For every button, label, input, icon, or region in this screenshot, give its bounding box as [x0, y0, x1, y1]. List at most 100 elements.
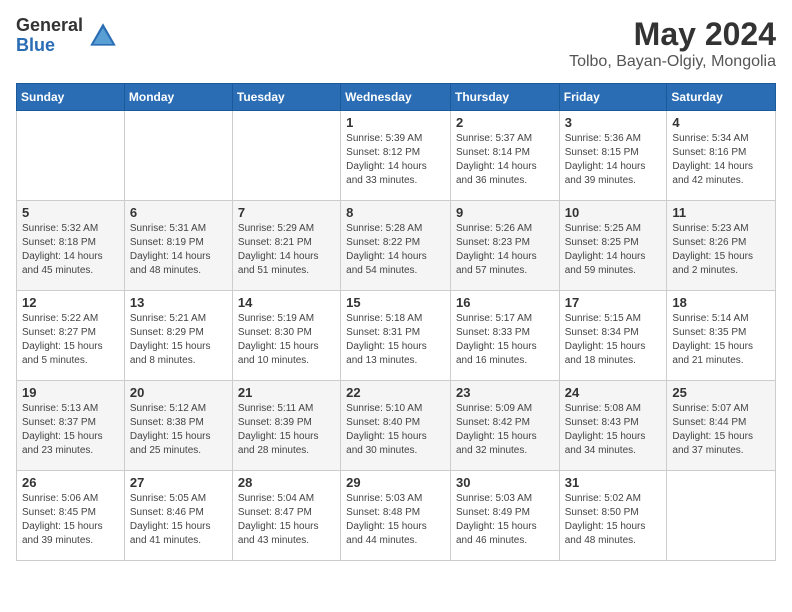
column-header-monday: Monday — [124, 84, 232, 111]
day-number: 22 — [346, 385, 445, 400]
day-info: Sunrise: 5:23 AM Sunset: 8:26 PM Dayligh… — [672, 222, 770, 278]
calendar-cell: 29 Sunrise: 5:03 AM Sunset: 8:48 PM Dayli… — [341, 471, 451, 561]
day-number: 27 — [130, 475, 227, 490]
location: Tolbo, Bayan-Olgiy, Mongolia — [569, 53, 776, 71]
day-info: Sunrise: 5:37 AM Sunset: 8:14 PM Dayligh… — [456, 132, 554, 188]
day-info: Sunrise: 5:08 AM Sunset: 8:43 PM Dayligh… — [565, 402, 662, 458]
day-info: Sunrise: 5:04 AM Sunset: 8:47 PM Dayligh… — [238, 492, 335, 548]
calendar-cell — [232, 111, 340, 201]
day-number: 9 — [456, 205, 554, 220]
day-number: 16 — [456, 295, 554, 310]
day-info: Sunrise: 5:39 AM Sunset: 8:12 PM Dayligh… — [346, 132, 445, 188]
day-info: Sunrise: 5:06 AM Sunset: 8:45 PM Dayligh… — [22, 492, 119, 548]
calendar-cell: 28 Sunrise: 5:04 AM Sunset: 8:47 PM Dayli… — [232, 471, 340, 561]
calendar-cell: 21Sunrise: 5:11 AM Sunset: 8:39 PM Dayli… — [232, 381, 340, 471]
day-info: Sunrise: 5:07 AM Sunset: 8:44 PM Dayligh… — [672, 402, 770, 458]
column-header-wednesday: Wednesday — [341, 84, 451, 111]
day-info: Sunrise: 5:11 AM Sunset: 8:39 PM Dayligh… — [238, 402, 335, 458]
calendar-table: SundayMondayTuesdayWednesdayThursdayFrid… — [16, 83, 776, 561]
day-number: 31 — [565, 475, 662, 490]
calendar-week-row: 19Sunrise: 5:13 AM Sunset: 8:37 PM Dayli… — [17, 381, 776, 471]
column-header-saturday: Saturday — [667, 84, 776, 111]
day-info: Sunrise: 5:19 AM Sunset: 8:30 PM Dayligh… — [238, 312, 335, 368]
day-number: 11 — [672, 205, 770, 220]
calendar-week-row: 1 Sunrise: 5:39 AM Sunset: 8:12 PM Daylig… — [17, 111, 776, 201]
calendar-cell: 25Sunrise: 5:07 AM Sunset: 8:44 PM Dayli… — [667, 381, 776, 471]
day-number: 30 — [456, 475, 554, 490]
title-block: May 2024 Tolbo, Bayan-Olgiy, Mongolia — [569, 16, 776, 71]
calendar-cell: 27 Sunrise: 5:05 AM Sunset: 8:46 PM Dayli… — [124, 471, 232, 561]
day-info: Sunrise: 5:02 AM Sunset: 8:50 PM Dayligh… — [565, 492, 662, 548]
day-number: 19 — [22, 385, 119, 400]
calendar-week-row: 5Sunrise: 5:32 AM Sunset: 8:18 PM Daylig… — [17, 201, 776, 291]
calendar-cell: 6Sunrise: 5:31 AM Sunset: 8:19 PM Daylig… — [124, 201, 232, 291]
calendar-cell — [667, 471, 776, 561]
day-number: 13 — [130, 295, 227, 310]
day-info: Sunrise: 5:12 AM Sunset: 8:38 PM Dayligh… — [130, 402, 227, 458]
day-number: 17 — [565, 295, 662, 310]
calendar-cell: 23 Sunrise: 5:09 AM Sunset: 8:42 PM Dayli… — [450, 381, 559, 471]
column-header-friday: Friday — [559, 84, 667, 111]
day-number: 12 — [22, 295, 119, 310]
day-number: 20 — [130, 385, 227, 400]
day-info: Sunrise: 5:10 AM Sunset: 8:40 PM Dayligh… — [346, 402, 445, 458]
calendar-cell: 1 Sunrise: 5:39 AM Sunset: 8:12 PM Daylig… — [341, 111, 451, 201]
day-info: Sunrise: 5:15 AM Sunset: 8:34 PM Dayligh… — [565, 312, 662, 368]
day-info: Sunrise: 5:05 AM Sunset: 8:46 PM Dayligh… — [130, 492, 227, 548]
calendar-cell: 11 Sunrise: 5:23 AM Sunset: 8:26 PM Dayli… — [667, 201, 776, 291]
day-info: Sunrise: 5:26 AM Sunset: 8:23 PM Dayligh… — [456, 222, 554, 278]
calendar-cell: 2 Sunrise: 5:37 AM Sunset: 8:14 PM Daylig… — [450, 111, 559, 201]
day-info: Sunrise: 5:18 AM Sunset: 8:31 PM Dayligh… — [346, 312, 445, 368]
logo-icon — [87, 20, 119, 52]
column-header-tuesday: Tuesday — [232, 84, 340, 111]
calendar-cell: 31 Sunrise: 5:02 AM Sunset: 8:50 PM Dayli… — [559, 471, 667, 561]
day-info: Sunrise: 5:29 AM Sunset: 8:21 PM Dayligh… — [238, 222, 335, 278]
calendar-cell: 18Sunrise: 5:14 AM Sunset: 8:35 PM Dayli… — [667, 291, 776, 381]
calendar-cell: 30Sunrise: 5:03 AM Sunset: 8:49 PM Dayli… — [450, 471, 559, 561]
calendar-header-row: SundayMondayTuesdayWednesdayThursdayFrid… — [17, 84, 776, 111]
day-number: 15 — [346, 295, 445, 310]
day-info: Sunrise: 5:21 AM Sunset: 8:29 PM Dayligh… — [130, 312, 227, 368]
day-info: Sunrise: 5:31 AM Sunset: 8:19 PM Dayligh… — [130, 222, 227, 278]
day-number: 24 — [565, 385, 662, 400]
day-number: 7 — [238, 205, 335, 220]
calendar-cell — [124, 111, 232, 201]
calendar-cell: 13 Sunrise: 5:21 AM Sunset: 8:29 PM Dayli… — [124, 291, 232, 381]
logo: General Blue — [16, 16, 119, 56]
day-number: 5 — [22, 205, 119, 220]
day-number: 29 — [346, 475, 445, 490]
day-number: 28 — [238, 475, 335, 490]
day-info: Sunrise: 5:09 AM Sunset: 8:42 PM Dayligh… — [456, 402, 554, 458]
day-number: 4 — [672, 115, 770, 130]
calendar-cell: 20 Sunrise: 5:12 AM Sunset: 8:38 PM Dayli… — [124, 381, 232, 471]
day-info: Sunrise: 5:17 AM Sunset: 8:33 PM Dayligh… — [456, 312, 554, 368]
day-number: 10 — [565, 205, 662, 220]
day-info: Sunrise: 5:22 AM Sunset: 8:27 PM Dayligh… — [22, 312, 119, 368]
calendar-cell: 3 Sunrise: 5:36 AM Sunset: 8:15 PM Daylig… — [559, 111, 667, 201]
day-info: Sunrise: 5:25 AM Sunset: 8:25 PM Dayligh… — [565, 222, 662, 278]
column-header-sunday: Sunday — [17, 84, 125, 111]
day-number: 23 — [456, 385, 554, 400]
day-number: 14 — [238, 295, 335, 310]
day-number: 1 — [346, 115, 445, 130]
calendar-cell: 24 Sunrise: 5:08 AM Sunset: 8:43 PM Dayli… — [559, 381, 667, 471]
logo-blue: Blue — [16, 36, 83, 56]
calendar-week-row: 26 Sunrise: 5:06 AM Sunset: 8:45 PM Dayli… — [17, 471, 776, 561]
day-info: Sunrise: 5:03 AM Sunset: 8:48 PM Dayligh… — [346, 492, 445, 548]
logo-general: General — [16, 16, 83, 36]
calendar-cell — [17, 111, 125, 201]
calendar-cell: 4Sunrise: 5:34 AM Sunset: 8:16 PM Daylig… — [667, 111, 776, 201]
calendar-cell: 10 Sunrise: 5:25 AM Sunset: 8:25 PM Dayli… — [559, 201, 667, 291]
calendar-cell: 7 Sunrise: 5:29 AM Sunset: 8:21 PM Daylig… — [232, 201, 340, 291]
day-number: 2 — [456, 115, 554, 130]
calendar-cell: 26 Sunrise: 5:06 AM Sunset: 8:45 PM Dayli… — [17, 471, 125, 561]
calendar-week-row: 12 Sunrise: 5:22 AM Sunset: 8:27 PM Dayli… — [17, 291, 776, 381]
day-number: 3 — [565, 115, 662, 130]
day-info: Sunrise: 5:36 AM Sunset: 8:15 PM Dayligh… — [565, 132, 662, 188]
calendar-cell: 19Sunrise: 5:13 AM Sunset: 8:37 PM Dayli… — [17, 381, 125, 471]
calendar-cell: 8Sunrise: 5:28 AM Sunset: 8:22 PM Daylig… — [341, 201, 451, 291]
day-number: 26 — [22, 475, 119, 490]
day-info: Sunrise: 5:14 AM Sunset: 8:35 PM Dayligh… — [672, 312, 770, 368]
calendar-cell: 12 Sunrise: 5:22 AM Sunset: 8:27 PM Dayli… — [17, 291, 125, 381]
calendar-cell: 16 Sunrise: 5:17 AM Sunset: 8:33 PM Dayli… — [450, 291, 559, 381]
